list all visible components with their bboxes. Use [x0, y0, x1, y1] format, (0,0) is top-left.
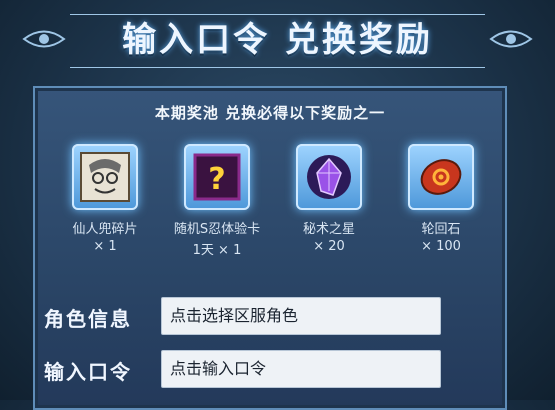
- reward-name: 秘术之星: [302, 222, 355, 237]
- reward-name: 仙人兜碎片: [72, 222, 138, 237]
- reward-item[interactable]: 仙人兜碎片 × 1: [57, 144, 153, 254]
- code-label: 输入口令: [44, 360, 132, 384]
- header: 输入口令 兑换奖励: [0, 0, 555, 78]
- reward-quantity: × 1: [93, 239, 117, 254]
- page-title: 输入口令 兑换奖励: [122, 20, 433, 60]
- reward-name: 随机S忍体验卡: [173, 222, 261, 237]
- role-select-field[interactable]: 点击选择区服角色: [161, 297, 441, 335]
- eye-ornament-icon: [489, 30, 533, 48]
- purple-gem-icon: [296, 144, 362, 210]
- reward-item[interactable]: ? 随机S忍体验卡 1天 × 1: [169, 144, 265, 258]
- reward-quantity: × 100: [421, 239, 461, 254]
- pool-title: 本期奖池 兑换必得以下奖励之一: [154, 104, 386, 122]
- reward-item[interactable]: 秘术之星 × 20: [281, 144, 377, 254]
- reward-quantity: 1天 × 1: [192, 243, 242, 258]
- code-input[interactable]: 点击输入口令: [161, 350, 441, 388]
- reward-name: 轮回石: [421, 222, 461, 237]
- code-row: 输入口令 点击输入口令: [44, 350, 454, 390]
- role-label: 角色信息: [44, 307, 132, 331]
- red-stone-icon: [408, 144, 474, 210]
- character-portrait-icon: [72, 144, 138, 210]
- role-row: 角色信息 点击选择区服角色: [44, 297, 454, 337]
- mystery-card-icon: ?: [184, 144, 250, 210]
- reward-item[interactable]: 轮回石 × 100: [393, 144, 489, 254]
- reward-quantity: × 20: [313, 239, 345, 254]
- svg-text:?: ?: [208, 162, 225, 197]
